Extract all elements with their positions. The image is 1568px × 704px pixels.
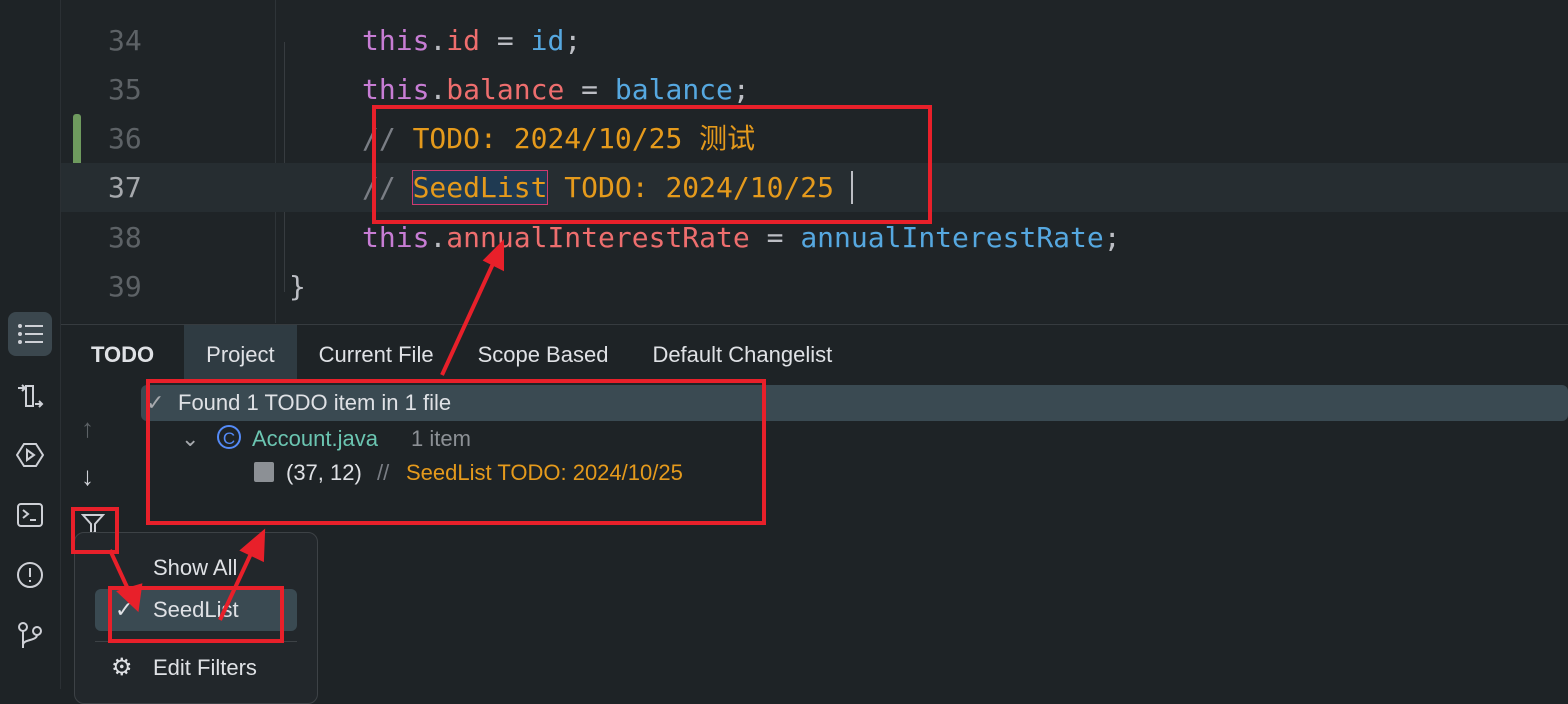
code-line-current: 37// SeedList TODO: 2024/10/25 [61, 163, 1568, 212]
text-cursor [850, 171, 853, 204]
expand-chevron-icon[interactable]: ✓ [146, 385, 164, 421]
tree-todo-item-row[interactable]: (37, 12)//SeedList TODO: 2024/10/25 [141, 455, 1568, 491]
code-editor[interactable]: 34 this.id = id; 35 this.balance = balance… [61, 0, 1568, 323]
gear-icon: ⚙ [111, 654, 133, 681]
menu-item-edit-filters[interactable]: ⚙ Edit Filters [95, 647, 297, 689]
structure-icon[interactable] [8, 374, 52, 418]
menu-item-seedlist[interactable]: ✓ SeedList [95, 589, 297, 631]
panel-title: TODO [91, 342, 155, 367]
code-line: 38 this.annualInterestRate = annualIntere… [108, 221, 1121, 254]
terminal-icon[interactable] [8, 493, 52, 537]
previous-todo-icon[interactable]: ↑ [81, 413, 94, 444]
code-line: 39} [108, 270, 306, 303]
menu-item-show-all[interactable]: Show All [95, 547, 297, 589]
git-branch-icon[interactable] [8, 613, 52, 657]
code-line: 35 this.balance = balance; [108, 73, 750, 106]
todo-tabs: TODO Project Current File Scope Based De… [61, 325, 1568, 381]
code-line: 36// TODO: 2024/10/25 测试 [108, 122, 756, 155]
class-icon: C [217, 425, 241, 449]
tool-window-strip [0, 0, 61, 689]
expand-chevron-icon[interactable]: ⌄ [181, 421, 199, 457]
tab-scope-based[interactable]: Scope Based [456, 325, 631, 381]
tab-project[interactable]: Project [184, 325, 297, 381]
problems-icon[interactable] [8, 553, 52, 597]
tab-current-file[interactable]: Current File [297, 325, 456, 381]
menu-separator [95, 641, 297, 642]
run-services-icon[interactable] [8, 433, 52, 477]
tree-file-row[interactable]: ⌄ C Account.java 1 item [141, 421, 1568, 457]
todo-item-icon [254, 462, 274, 482]
next-todo-icon[interactable]: ↓ [81, 461, 94, 492]
code-line: 34 this.id = id; [108, 24, 582, 57]
check-icon: ✓ [115, 597, 134, 622]
todo-list-icon[interactable] [8, 312, 52, 356]
filter-menu: Show All ✓ SeedList ⚙ Edit Filters [74, 532, 318, 704]
tab-default-changelist[interactable]: Default Changelist [630, 325, 854, 381]
tree-summary-row[interactable]: ✓ Found 1 TODO item in 1 file [141, 385, 1568, 421]
